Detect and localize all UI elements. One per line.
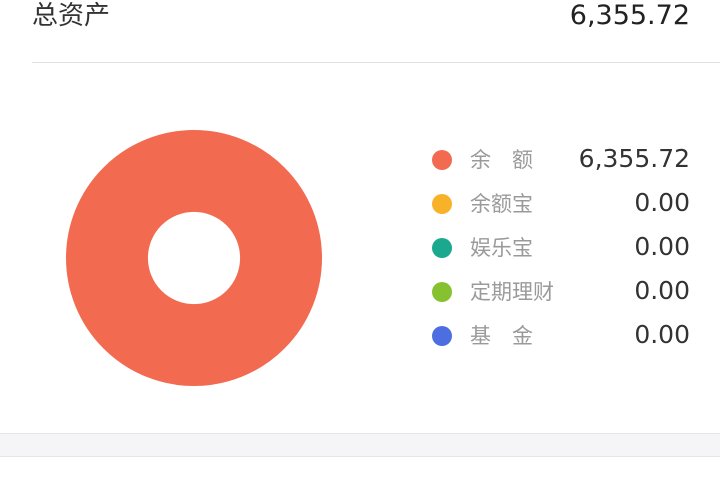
legend-value: 0.00 — [634, 320, 690, 349]
legend-item-fixed-term[interactable]: 定期理财 0.00 — [430, 270, 690, 314]
legend-value: 0.00 — [634, 232, 690, 261]
legend-label: 定期理财 — [470, 280, 554, 304]
legend-value: 6,355.72 — [578, 144, 690, 173]
total-assets-title: 总资产 — [32, 1, 111, 31]
legend-dot-yulebao — [432, 238, 452, 258]
legend-dot-yuebao — [432, 194, 452, 214]
legend-item-balance[interactable]: 余 额 6,355.72 — [430, 138, 690, 182]
legend-dot-fixed-term — [432, 282, 452, 302]
total-assets-header: 总资产 6,355.72 — [0, 0, 720, 62]
legend-dot-fund — [432, 326, 452, 346]
legend-label: 余额宝 — [470, 192, 533, 216]
asset-legend: 余 额 6,355.72 余额宝 0.00 娱乐宝 0.00 定期理财 0.00… — [430, 138, 690, 358]
legend-item-fund[interactable]: 基 金 0.00 — [430, 314, 690, 358]
legend-label: 基 金 — [470, 324, 533, 348]
donut-slice — [66, 130, 322, 386]
legend-item-yuebao[interactable]: 余额宝 0.00 — [430, 182, 690, 226]
legend-value: 0.00 — [634, 276, 690, 305]
total-assets-amount: 6,355.72 — [569, 0, 690, 31]
legend-item-yulebao[interactable]: 娱乐宝 0.00 — [430, 226, 690, 270]
asset-donut-chart — [66, 130, 322, 386]
header-divider — [32, 62, 720, 63]
legend-label: 娱乐宝 — [470, 236, 533, 260]
legend-value: 0.00 — [634, 188, 690, 217]
legend-label: 余 额 — [470, 148, 533, 172]
legend-dot-balance — [432, 150, 452, 170]
section-separator — [0, 433, 720, 457]
